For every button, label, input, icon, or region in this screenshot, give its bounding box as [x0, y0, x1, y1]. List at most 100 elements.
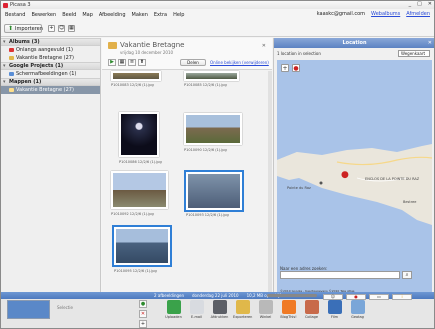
tree-item-vakantie-folder[interactable]: Vakantie Bretagne (27)	[1, 86, 100, 94]
play-icon[interactable]: ▶	[108, 59, 116, 66]
menu-bewerken[interactable]: Bewerken	[31, 12, 56, 18]
selection-tray[interactable]	[7, 300, 50, 319]
upload-button[interactable]: Uploaden	[164, 300, 183, 319]
collapse-icon: ▾	[3, 79, 6, 85]
list-view-icon[interactable]: ≡	[128, 59, 136, 66]
grid-scrollbar[interactable]	[268, 71, 272, 292]
photo-caption: P1010095 12/2/6 (1).jpg	[114, 269, 157, 273]
map-pin-icon[interactable]: ●	[292, 64, 300, 72]
map-label: Bestree	[403, 200, 417, 204]
location-pane-icon[interactable]: ●	[346, 294, 366, 300]
album-icon	[9, 56, 14, 60]
address-input[interactable]	[280, 271, 400, 279]
menu-extra[interactable]: Extra	[154, 12, 167, 18]
photo-image	[184, 170, 244, 212]
close-icon[interactable]: ✕	[428, 38, 432, 48]
action-label: Film	[330, 315, 339, 319]
map-label: ENCLOS DE LA POINTE DU RAZ	[365, 177, 420, 181]
blogthis-button[interactable]: BlogThis!	[279, 300, 298, 319]
collapse-icon: ▾	[3, 39, 6, 45]
collapse-icon: ▾	[3, 63, 6, 69]
map-tools: + ●	[281, 64, 300, 72]
folder-tree: ▾ Albums (3) Onlangs aangevuld (1) Vakan…	[1, 38, 101, 292]
webalbums-link[interactable]: Webalbums	[371, 11, 400, 17]
share-button[interactable]: Delen	[180, 59, 206, 66]
action-label: E-mail	[191, 315, 202, 319]
clear-icon[interactable]: ✕	[139, 310, 147, 318]
group-folders[interactable]: ▾ Mappen (1)	[1, 78, 100, 86]
movie-button[interactable]: Film	[325, 300, 344, 319]
shop-button[interactable]: Winkel	[256, 300, 275, 319]
photo-caption: P1010085 12/2/6 (1).jpg	[184, 83, 227, 87]
tree-item-vakantie-album[interactable]: Vakantie Bretagne (27)	[1, 54, 100, 62]
status-date: donderdag 22 juli 2010	[192, 293, 239, 298]
email-button[interactable]: E-mail	[187, 300, 206, 319]
photo-caption: P1010083 12/2/6 (1).jpg	[111, 83, 154, 87]
folder-icon	[9, 88, 14, 92]
maximize-button[interactable]: □	[417, 1, 422, 7]
tags-pane-icon[interactable]: ▭	[369, 294, 389, 300]
menu-map[interactable]: Map	[82, 12, 93, 18]
group-albums[interactable]: ▾ Albums (3)	[1, 38, 100, 46]
close-button[interactable]: ✕	[428, 1, 432, 7]
hold-icon[interactable]: ●	[139, 300, 147, 308]
photo-image	[112, 225, 172, 267]
view-icon[interactable]: ▦	[68, 25, 75, 32]
add-album-icon[interactable]: +	[48, 25, 55, 32]
geotag-button[interactable]: Geotag	[348, 300, 367, 319]
folder-icon	[108, 42, 117, 49]
selection-label: Selectie	[57, 305, 73, 310]
action-label: Geotag	[351, 315, 364, 319]
tree-item-label: Vakantie Bretagne (27)	[16, 55, 74, 61]
online-link[interactable]: Online bekijken (verwijderen)	[210, 60, 269, 65]
photo-image	[184, 113, 242, 145]
map-type-select[interactable]: Wegenkaart	[398, 50, 430, 57]
location-marker-icon[interactable]: ●	[341, 170, 349, 180]
collage-button[interactable]: Collage	[302, 300, 321, 319]
tree-item-recent[interactable]: Onlangs aangevuld (1)	[1, 46, 100, 54]
print-button[interactable]: Afdrukken	[210, 300, 229, 319]
import-button[interactable]: ⬆ Importeren	[4, 24, 43, 33]
menu-beeld[interactable]: Beeld	[62, 12, 76, 18]
tree-item-screenshots[interactable]: Schermafbeeldingen (1)	[1, 70, 100, 78]
action-label: Exporteren	[233, 315, 253, 319]
titlebar: Picasa 3 _ □ ✕	[1, 1, 434, 9]
upload-icon[interactable]: ⬆	[138, 59, 146, 66]
photo-image	[119, 112, 159, 157]
close-icon[interactable]: ✕	[262, 43, 266, 49]
album-date: vrijdag 10 december 2010	[120, 50, 174, 55]
upload-icon	[166, 300, 181, 314]
people-pane-icon[interactable]: ☺	[323, 294, 343, 300]
location-pane: Location ✕ 1 location in selection Wegen…	[273, 38, 434, 297]
action-label: BlogThis!	[280, 315, 297, 319]
album-title[interactable]: Vakantie Bretagne	[120, 41, 184, 49]
menu-maken[interactable]: Maken	[132, 12, 148, 18]
photo-image	[111, 71, 161, 81]
print-icon	[212, 300, 227, 314]
sign-out-link[interactable]: Afmelden	[406, 11, 430, 17]
minimize-button[interactable]: _	[409, 1, 412, 7]
tree-item-label: Vakantie Bretagne (27)	[16, 87, 74, 93]
pane-toggle-tools: ☺ ● ▭ i	[323, 294, 412, 300]
picasa-app-icon	[3, 2, 8, 8]
info-pane-icon[interactable]: i	[392, 294, 412, 300]
group-label: Albums (3)	[9, 39, 40, 45]
menu-help[interactable]: Help	[173, 12, 184, 18]
menu-bestand[interactable]: Bestand	[5, 12, 25, 18]
zoom-in-icon[interactable]: +	[281, 64, 289, 72]
export-button[interactable]: Exporteren	[233, 300, 252, 319]
photo-caption: P1010086 12/2/6 (1).jpg	[119, 160, 162, 164]
grid-view-icon[interactable]: ▦	[118, 59, 126, 66]
user-icon[interactable]: ☺	[58, 25, 65, 32]
menu-afbeelding[interactable]: Afbeelding	[99, 12, 126, 18]
geotag-icon	[350, 300, 365, 314]
thumbnail-size-slider[interactable]	[267, 294, 317, 297]
map-view[interactable]: + ● Pointe du Raz ENCLOS DE LA POINTE DU…	[277, 60, 432, 297]
window-title: Picasa 3	[10, 2, 31, 8]
search-address-button[interactable]: ⌕	[402, 271, 412, 279]
location-count: 1 location in selection	[277, 51, 321, 56]
add-to-album-icon[interactable]: +	[139, 320, 147, 328]
photo-grid-pane: Vakantie Bretagne vrijdag 10 december 20…	[102, 38, 272, 292]
group-google-projects[interactable]: ▾ Google Projects (1)	[1, 62, 100, 70]
collage-icon	[304, 300, 319, 314]
